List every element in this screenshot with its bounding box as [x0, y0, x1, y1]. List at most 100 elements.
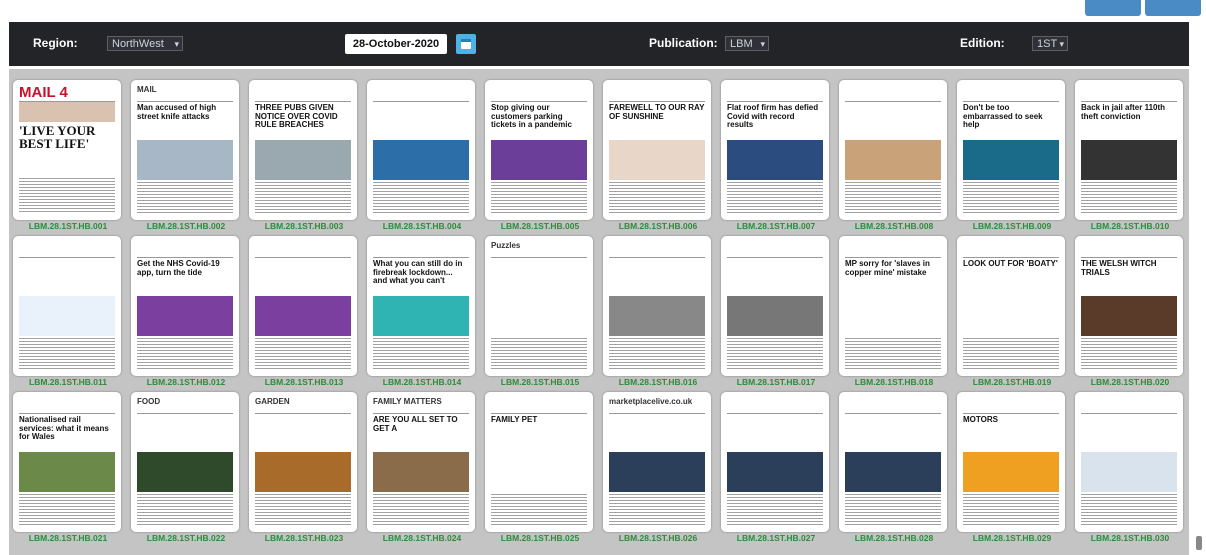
page-caption[interactable]: LBM.28.1ST.HB.022: [127, 533, 245, 543]
page-body-text: [1081, 182, 1177, 214]
page-preview: MOTORS: [957, 392, 1065, 532]
page-thumbnail[interactable]: Puzzles LBM.28.1ST.HB.015: [481, 226, 599, 387]
page-thumbnail[interactable]: LOOK OUT FOR 'BOATY' LBM.28.1ST.HB.019: [953, 226, 1071, 387]
page-headline: 'LIVE YOUR BEST LIFE': [19, 124, 96, 151]
page-body-text: [727, 494, 823, 526]
page-headline: [845, 416, 941, 450]
page-masthead: [373, 85, 469, 102]
page-headline: Nationalised rail services: what it mean…: [19, 416, 109, 441]
page-preview: Nationalised rail services: what it mean…: [13, 392, 121, 532]
top-strip: [0, 0, 1206, 22]
page-body-text: [609, 338, 705, 370]
top-action-button-1[interactable]: [1085, 0, 1141, 16]
page-masthead: MAIL 4: [19, 85, 115, 102]
page-preview: What you can still do in firebreak lockd…: [367, 236, 475, 376]
page-thumbnail[interactable]: FOOD LBM.28.1ST.HB.022: [127, 382, 245, 543]
page-thumbnail[interactable]: Back in jail after 110th theft convictio…: [1071, 70, 1189, 231]
page-headline: THE WELSH WITCH TRIALS: [1081, 260, 1157, 277]
page-thumbnail[interactable]: THE WELSH WITCH TRIALS LBM.28.1ST.HB.020: [1071, 226, 1189, 387]
page-masthead: [845, 241, 941, 258]
page-thumbnail[interactable]: Don't be too embarrassed to seek help LBM…: [953, 70, 1071, 231]
page-masthead: [845, 85, 941, 102]
page-thumbnail[interactable]: LBM.28.1ST.HB.017: [717, 226, 835, 387]
page-body-text: [255, 182, 351, 214]
calendar-button[interactable]: [456, 34, 476, 54]
page-thumbnail[interactable]: Stop giving our customers parking ticket…: [481, 70, 599, 231]
page-photo: [373, 140, 469, 180]
page-preview: LOOK OUT FOR 'BOATY': [957, 236, 1065, 376]
page-photo: [1081, 140, 1177, 180]
page-preview: Back in jail after 110th theft convictio…: [1075, 80, 1183, 220]
page-masthead: [727, 85, 823, 102]
page-thumbnail[interactable]: LBM.28.1ST.HB.008: [835, 70, 953, 231]
page-thumbnail[interactable]: FAMILY PET LBM.28.1ST.HB.025: [481, 382, 599, 543]
page-thumbnail[interactable]: THREE PUBS GIVEN NOTICE OVER COVID RULE …: [245, 70, 363, 231]
page-masthead: Puzzles: [491, 241, 587, 258]
page-thumbnail[interactable]: marketplacelive.co.uk LBM.28.1ST.HB.026: [599, 382, 717, 543]
page-thumbnail[interactable]: FAREWELL TO OUR RAY OF SUNSHINE LBM.28.1S…: [599, 70, 717, 231]
page-preview: FAREWELL TO OUR RAY OF SUNSHINE: [603, 80, 711, 220]
page-caption[interactable]: LBM.28.1ST.HB.025: [481, 533, 599, 543]
page-masthead: FOOD: [137, 397, 233, 414]
page-thumbnail[interactable]: LBM.28.1ST.HB.004: [363, 70, 481, 231]
page-body-text: [491, 182, 587, 214]
date-field[interactable]: 28-October-2020: [345, 34, 447, 54]
page-thumbnail[interactable]: MAIL 4 'LIVE YOUR BEST LIFE' LBM.28.1ST.HB…: [9, 70, 127, 231]
page-thumbnail[interactable]: MOTORS LBM.28.1ST.HB.029: [953, 382, 1071, 543]
page-headline: What you can still do in firebreak lockd…: [373, 260, 463, 285]
page-preview: [249, 236, 357, 376]
page-caption[interactable]: LBM.28.1ST.HB.024: [363, 533, 481, 543]
page-photo: [137, 140, 233, 180]
page-thumbnail[interactable]: MP sorry for 'slaves in copper mine' mis…: [835, 226, 953, 387]
page-thumbnail[interactable]: Flat roof firm has defied Covid with rec…: [717, 70, 835, 231]
page-thumbnail[interactable]: LBM.28.1ST.HB.016: [599, 226, 717, 387]
page-caption[interactable]: LBM.28.1ST.HB.021: [9, 533, 127, 543]
page-caption[interactable]: LBM.28.1ST.HB.028: [835, 533, 953, 543]
page-masthead: [255, 241, 351, 258]
page-thumbnail[interactable]: Nationalised rail services: what it mean…: [9, 382, 127, 543]
page-preview: Stop giving our customers parking ticket…: [485, 80, 593, 220]
page-caption[interactable]: LBM.28.1ST.HB.026: [599, 533, 717, 543]
page-photo: [727, 452, 823, 492]
page-caption[interactable]: LBM.28.1ST.HB.029: [953, 533, 1071, 543]
page-caption[interactable]: LBM.28.1ST.HB.027: [717, 533, 835, 543]
scrollbar[interactable]: [1196, 536, 1202, 550]
page-thumbnail[interactable]: LBM.28.1ST.HB.028: [835, 382, 953, 543]
edition-select[interactable]: 1ST ▾: [1032, 36, 1068, 51]
page-body-text: [963, 338, 1059, 370]
page-masthead: [19, 397, 115, 414]
top-action-button-2[interactable]: [1145, 0, 1201, 16]
page-masthead: [609, 85, 705, 102]
page-masthead: [491, 85, 587, 102]
page-thumbnail[interactable]: LBM.28.1ST.HB.027: [717, 382, 835, 543]
page-headline: Stop giving our customers parking ticket…: [491, 104, 572, 129]
page-thumbnail[interactable]: GARDEN LBM.28.1ST.HB.023: [245, 382, 363, 543]
page-preview: Flat roof firm has defied Covid with rec…: [721, 80, 829, 220]
page-masthead: [845, 397, 941, 414]
page-masthead: [1081, 85, 1177, 102]
page-masthead: GARDEN: [255, 397, 351, 414]
page-thumbnail[interactable]: LBM.28.1ST.HB.013: [245, 226, 363, 387]
page-headline: [255, 260, 351, 294]
page-thumbnail[interactable]: What you can still do in firebreak lockd…: [363, 226, 481, 387]
page-caption[interactable]: LBM.28.1ST.HB.030: [1071, 533, 1189, 543]
page-thumbnail[interactable]: FAMILY MATTERS ARE YOU ALL SET TO GET A LB…: [363, 382, 481, 543]
page-photo: [609, 140, 705, 180]
page-thumbnail[interactable]: Get the NHS Covid-19 app, turn the tide L…: [127, 226, 245, 387]
page-thumbnail[interactable]: LBM.28.1ST.HB.030: [1071, 382, 1189, 543]
page-masthead: [609, 241, 705, 258]
region-select[interactable]: NorthWest ▾: [107, 36, 183, 51]
page-headline: [609, 260, 705, 294]
page-caption[interactable]: LBM.28.1ST.HB.023: [245, 533, 363, 543]
date-value: 28-October-2020: [352, 38, 440, 50]
page-body-text: [963, 182, 1059, 214]
publication-select[interactable]: LBM ▾: [725, 36, 769, 51]
page-preview: FOOD: [131, 392, 239, 532]
page-preview: [839, 80, 947, 220]
chevron-down-icon: ▾: [760, 39, 765, 49]
page-preview: MAIL Man accused of high street knife att…: [131, 80, 239, 220]
page-photo: [19, 102, 115, 122]
page-masthead: [727, 241, 823, 258]
page-thumbnail[interactable]: MAIL Man accused of high street knife att…: [127, 70, 245, 231]
page-thumbnail[interactable]: LBM.28.1ST.HB.011: [9, 226, 127, 387]
